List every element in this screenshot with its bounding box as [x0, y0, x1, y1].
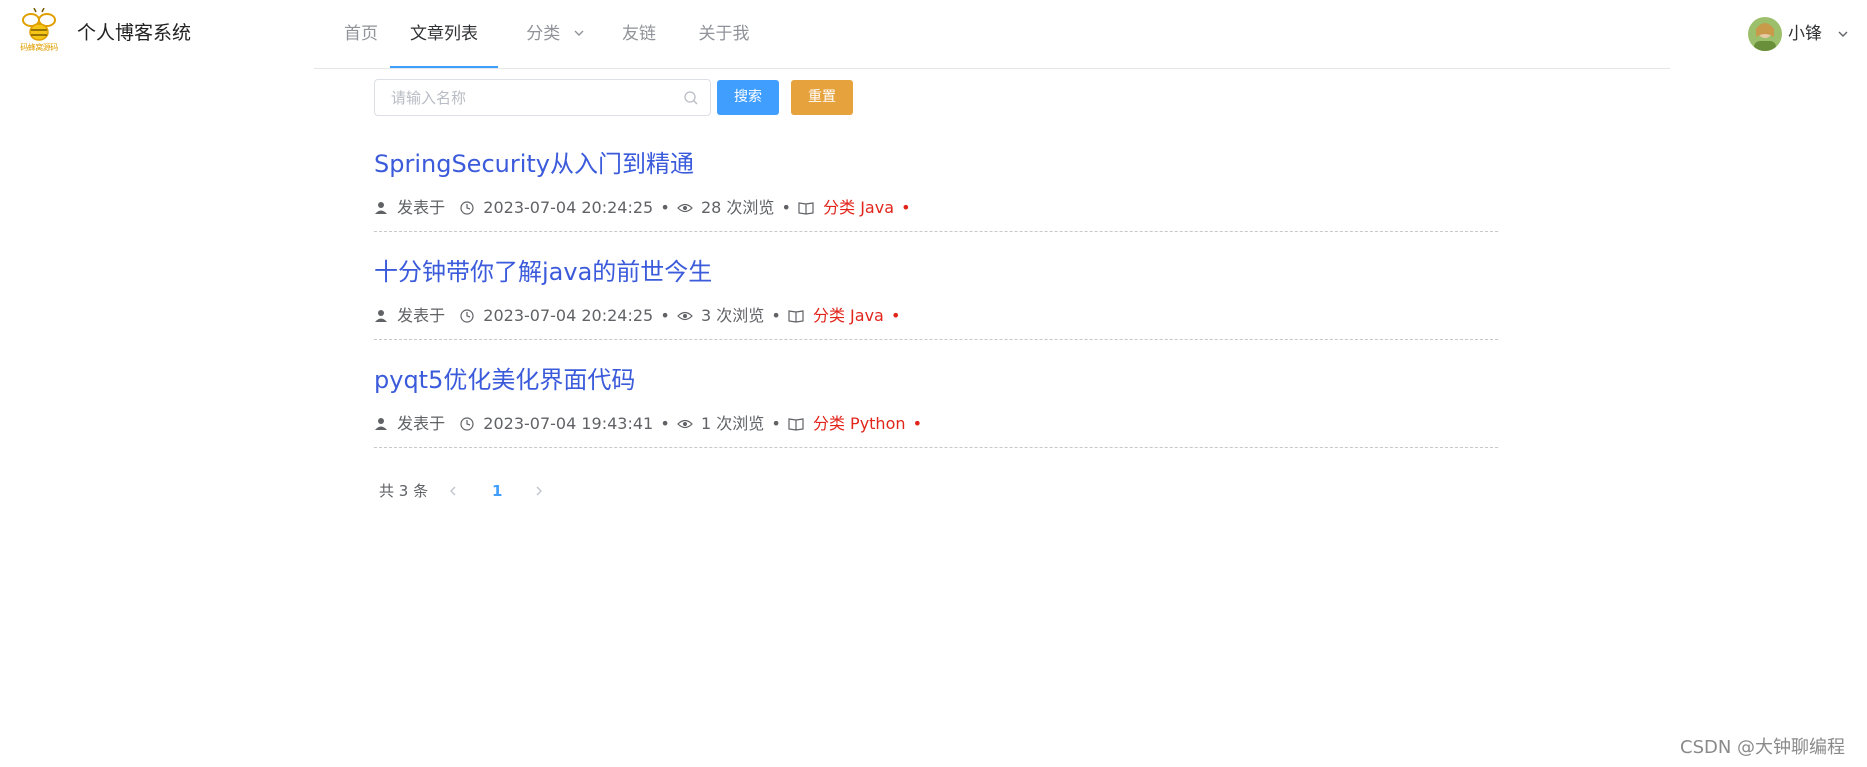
eye-icon [677, 203, 693, 212]
category-link[interactable]: 分类 Java [813, 305, 884, 327]
site-title[interactable]: 个人博客系统 [77, 20, 191, 46]
category-link[interactable]: 分类 Java [823, 197, 894, 219]
article-divider [374, 231, 1498, 232]
page-number-current[interactable]: 1 [492, 480, 502, 502]
top-header: 码蜂窝源码 个人博客系统 首页 文章列表 分类 友链 关于我 小锋 [0, 0, 1867, 68]
book-icon [788, 309, 804, 323]
watermark: CSDN @大钟聊编程 [1680, 737, 1846, 758]
article-divider [374, 447, 1498, 448]
separator-dot: • [781, 197, 791, 217]
nav-friend-links[interactable]: 友链 [614, 0, 664, 68]
author-label: 发表于 [397, 305, 446, 325]
search-button[interactable]: 搜索 [717, 80, 779, 115]
separator-dot: • [660, 305, 670, 325]
view-count: 1 次浏览 [700, 413, 765, 433]
pagination-total: 共 3 条 [379, 482, 429, 500]
nav-category-label: 分类 [526, 24, 561, 44]
clock-icon [460, 416, 474, 431]
author-label: 发表于 [397, 197, 446, 217]
separator-dot: • [901, 197, 911, 217]
clock-icon [460, 308, 474, 323]
separator-dot: • [771, 305, 781, 325]
nav-article-list-label: 文章列表 [410, 24, 478, 44]
article-title-link[interactable]: pyqt5优化美化界面代码 [374, 364, 635, 396]
article-item: pyqt5优化美化界面代码 发表于 2023-07-04 19:43:41 • … [374, 364, 1498, 454]
article-title-link[interactable]: 十分钟带你了解java的前世今生 [374, 256, 712, 288]
chevron-left-icon[interactable] [446, 484, 460, 498]
post-datetime: 2023-07-04 19:43:41 [483, 413, 654, 433]
eye-icon [677, 311, 693, 320]
article-meta: 发表于 2023-07-04 19:43:41 • 1 次浏览 • 分类 Pyt… [374, 412, 924, 435]
article-item: 十分钟带你了解java的前世今生 发表于 2023-07-04 20:24:25… [374, 256, 1498, 346]
book-icon [798, 201, 814, 215]
header-divider [314, 68, 1670, 69]
reset-button[interactable]: 重置 [791, 80, 853, 115]
clock-icon [460, 200, 474, 215]
logo-caption: 码蜂窝源码 [20, 43, 58, 52]
view-count: 28 次浏览 [700, 197, 775, 217]
search-input[interactable] [391, 80, 671, 115]
category-link[interactable]: 分类 Python [813, 413, 906, 435]
nav-friend-links-label: 友链 [622, 24, 656, 44]
search-icon [684, 91, 698, 105]
nav-about-label: 关于我 [698, 24, 750, 44]
article-item: SpringSecurity从入门到精通 发表于 2023-07-04 20:2… [374, 148, 1498, 238]
chevron-down-icon [574, 30, 584, 36]
separator-dot: • [660, 197, 670, 217]
post-datetime: 2023-07-04 20:24:25 [483, 197, 654, 217]
separator-dot: • [660, 413, 670, 433]
view-count: 3 次浏览 [700, 305, 765, 325]
separator-dot: • [771, 413, 781, 433]
post-datetime: 2023-07-04 20:24:25 [483, 305, 654, 325]
user-name: 小锋 [1788, 24, 1822, 44]
separator-dot: • [890, 305, 901, 325]
chevron-down-icon [1838, 31, 1848, 37]
nav-category[interactable]: 分类 [518, 0, 594, 68]
book-icon [788, 417, 804, 431]
nav-about[interactable]: 关于我 [690, 0, 758, 68]
article-divider [374, 339, 1498, 340]
nav-home[interactable]: 首页 [336, 0, 386, 68]
nav-article-list[interactable]: 文章列表 [390, 0, 498, 68]
search-field[interactable] [374, 79, 711, 116]
nav-home-label: 首页 [344, 24, 378, 44]
article-title-link[interactable]: SpringSecurity从入门到精通 [374, 148, 694, 180]
avatar[interactable] [1748, 17, 1782, 51]
eye-icon [677, 419, 693, 428]
separator-dot: • [912, 413, 923, 433]
article-meta: 发表于 2023-07-04 20:24:25 • 28 次浏览 • 分类 Ja… [374, 196, 913, 219]
user-icon [375, 201, 387, 214]
article-meta: 发表于 2023-07-04 20:24:25 • 3 次浏览 • 分类 Jav… [374, 304, 902, 327]
author-label: 发表于 [397, 413, 446, 433]
user-icon [375, 309, 387, 322]
user-icon [375, 417, 387, 430]
chevron-right-icon[interactable] [532, 484, 546, 498]
